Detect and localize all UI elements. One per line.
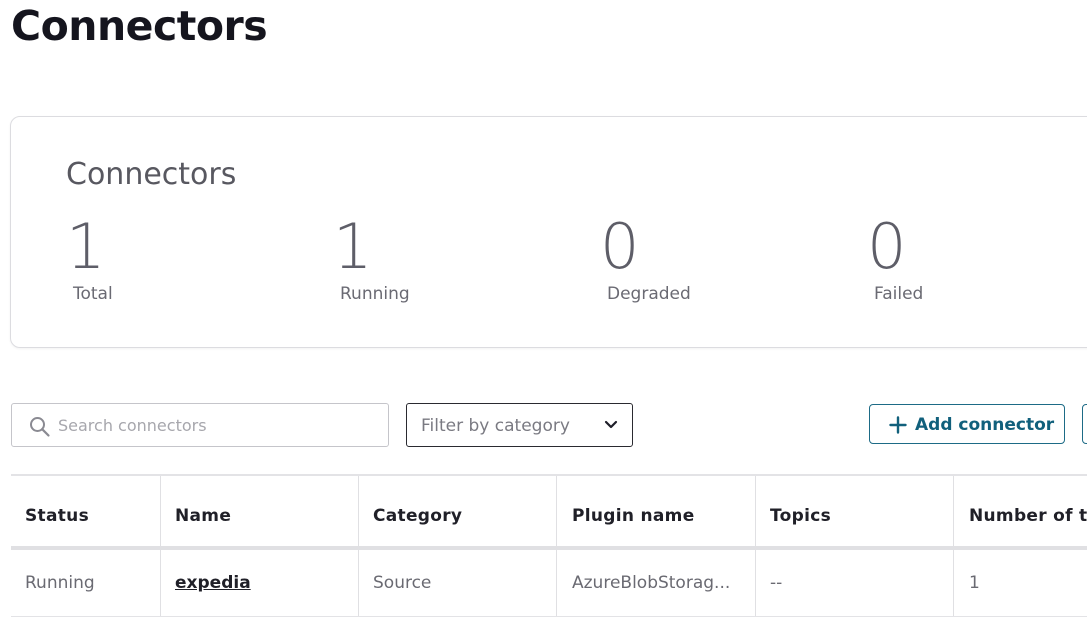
stat-total-value: 1 (66, 210, 106, 283)
table-top-divider (11, 474, 1087, 476)
cell-task-count: 1 (969, 573, 980, 593)
row-divider (11, 616, 1087, 617)
cell-plugin-name: AzureBlobStorag... (572, 573, 731, 593)
category-filter-dropdown[interactable]: Filter by category (406, 403, 633, 447)
stat-degraded-value: 0 (600, 210, 640, 283)
stat-failed-value: 0 (867, 210, 907, 283)
search-box[interactable] (11, 403, 389, 447)
column-header-category[interactable]: Category (373, 506, 462, 526)
stat-running-label: Running (340, 284, 410, 304)
column-header-plugin[interactable]: Plugin name (572, 506, 695, 526)
stat-running-value: 1 (333, 210, 373, 283)
column-header-status[interactable]: Status (25, 506, 89, 526)
stat-total-label: Total (73, 284, 113, 304)
summary-card (10, 116, 1087, 348)
plus-icon (889, 416, 907, 434)
column-header-tasks[interactable]: Number of ta (969, 506, 1087, 526)
search-icon (30, 417, 50, 437)
header-divider (11, 546, 1087, 550)
cell-category: Source (373, 573, 432, 593)
overflow-button[interactable] (1082, 404, 1087, 444)
add-connector-label: Add connector (915, 415, 1055, 435)
stat-degraded-label: Degraded (607, 284, 691, 304)
column-header-name[interactable]: Name (175, 506, 231, 526)
cell-status: Running (25, 573, 95, 593)
stat-failed-label: Failed (874, 284, 924, 304)
cell-topics: -- (770, 573, 783, 593)
search-input[interactable] (58, 405, 378, 445)
add-connector-button[interactable]: Add connector (869, 404, 1065, 444)
filter-label: Filter by category (421, 416, 570, 436)
stat-total: 1 Total (66, 210, 113, 304)
page-title: Connectors (11, 2, 268, 50)
summary-title: Connectors (66, 157, 237, 192)
stat-failed: 0 Failed (867, 210, 923, 304)
connector-name-link[interactable]: expedia (175, 573, 251, 593)
stat-degraded: 0 Degraded (600, 210, 691, 304)
column-header-topics[interactable]: Topics (770, 506, 831, 526)
stat-running: 1 Running (333, 210, 410, 304)
chevron-down-icon (604, 420, 618, 429)
